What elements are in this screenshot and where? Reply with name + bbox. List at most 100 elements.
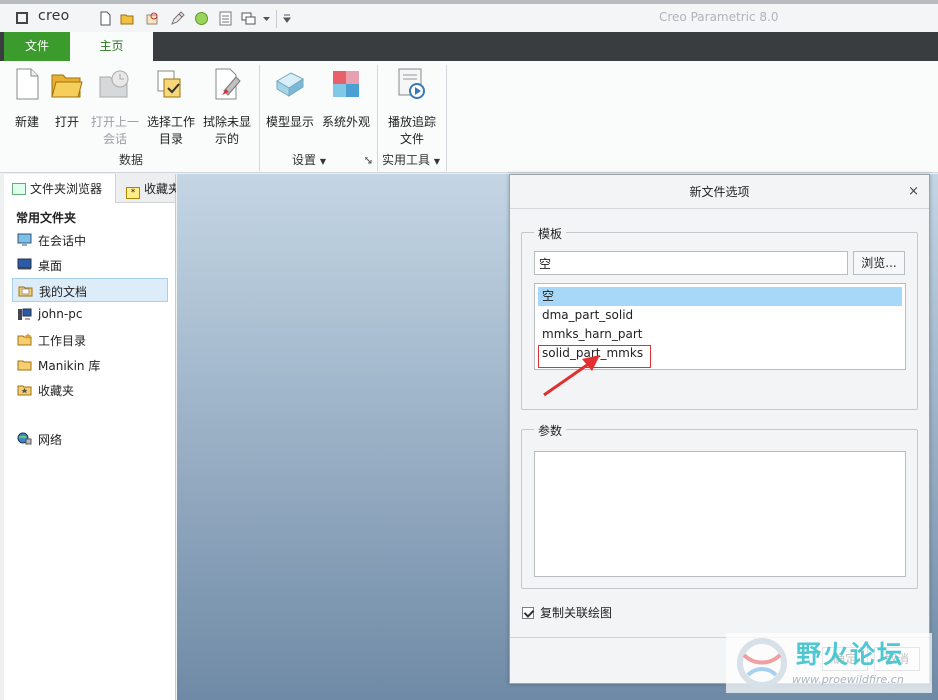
ribbon-tab-row: 文件 主页 bbox=[0, 32, 938, 61]
desktop-icon bbox=[17, 258, 32, 270]
tab-home[interactable]: 主页 bbox=[70, 32, 153, 61]
utilities-group-label[interactable]: 实用工具 ▼ bbox=[382, 151, 440, 168]
open-last-session-label-1: 打开上一 bbox=[90, 115, 139, 129]
erase-not-displayed-label-2: 示的 bbox=[214, 132, 239, 146]
regenerate-icon[interactable] bbox=[145, 11, 160, 26]
navigator-tabs: 文件夹浏览器 * 收藏夹 bbox=[4, 174, 176, 203]
open-last-session-icon bbox=[99, 70, 129, 98]
utilities-group-text: 实用工具 bbox=[382, 153, 431, 167]
playback-trail-label-1: 播放追踪 bbox=[387, 115, 436, 129]
windows-icon[interactable] bbox=[241, 11, 256, 26]
ribbon-separator bbox=[259, 65, 260, 171]
window-title: Creo Parametric 8.0 bbox=[659, 10, 779, 24]
dialog-title-bar: 新文件选项 × bbox=[510, 175, 929, 209]
library-icon bbox=[17, 360, 32, 371]
watermark-url: www.proewildfire.cn bbox=[792, 673, 904, 686]
tab-favorites[interactable]: * 收藏夹 bbox=[122, 174, 176, 203]
watermark: 野火论坛 www.proewildfire.cn bbox=[726, 633, 932, 693]
open-folder-icon bbox=[51, 74, 83, 98]
ribbon-separator bbox=[377, 65, 378, 171]
settings-group-label[interactable]: 设置 ▼ bbox=[292, 151, 326, 168]
app-logo: creo bbox=[38, 8, 70, 24]
system-appearance-button[interactable]: 系统外观 bbox=[320, 65, 372, 131]
open-label: 打开 bbox=[54, 115, 79, 129]
nav-item-label: 在会话中 bbox=[38, 234, 87, 248]
session-icon bbox=[17, 233, 32, 246]
common-folders-heading: 常用文件夹 bbox=[16, 211, 77, 225]
customize-toolbar-icon[interactable] bbox=[282, 11, 292, 26]
select-working-dir-button[interactable]: 选择工作 目录 bbox=[144, 65, 198, 148]
nav-item-working-directory[interactable]: 工作目录 bbox=[12, 328, 168, 352]
new-button[interactable]: 新建 bbox=[6, 65, 48, 131]
close-icon[interactable]: × bbox=[908, 175, 919, 209]
network-icon bbox=[17, 432, 32, 445]
nav-item-favorites[interactable]: 收藏夹 bbox=[12, 378, 168, 402]
nav-item-label: john-pc bbox=[38, 307, 83, 321]
copy-drawing-label: 复制关联绘图 bbox=[540, 606, 613, 620]
watermark-logo-icon bbox=[737, 638, 787, 688]
select-working-dir-icon bbox=[157, 70, 181, 98]
copy-drawing-checkbox[interactable]: 复制关联绘图 bbox=[522, 604, 612, 621]
data-group-label: 数据 bbox=[119, 153, 144, 167]
folder-tree-icon bbox=[12, 183, 26, 195]
browse-button[interactable]: 浏览... bbox=[853, 251, 905, 275]
nav-item-manikin-library[interactable]: Manikin 库 bbox=[12, 353, 168, 377]
toolbar-divider bbox=[276, 10, 277, 28]
watermark-text: 野火论坛 bbox=[796, 640, 905, 669]
documents-icon bbox=[18, 286, 33, 297]
chevron-down-icon[interactable] bbox=[262, 11, 271, 26]
select-working-dir-label-1: 选择工作 bbox=[146, 115, 195, 129]
new-file-options-dialog: 新文件选项 × 模板 空 浏览... 空 dma_part_solid mmks… bbox=[509, 174, 930, 684]
erase-not-displayed-icon bbox=[215, 68, 241, 100]
open-button[interactable]: 打开 bbox=[48, 65, 86, 131]
nav-item-network[interactable]: 网络 bbox=[12, 427, 168, 451]
tab-folder-browser[interactable]: 文件夹浏览器 bbox=[4, 174, 116, 203]
app-logo-icon bbox=[16, 12, 28, 24]
ribbon: 新建 打开 打开上一 会话 选择工作 目录 拭除未显 示的 数据 模型显示 系统… bbox=[0, 61, 938, 173]
sphere-icon[interactable] bbox=[194, 11, 209, 26]
dialog-launcher-icon[interactable] bbox=[365, 157, 372, 164]
open-icon[interactable] bbox=[120, 11, 135, 26]
computer-icon bbox=[18, 308, 32, 320]
ribbon-separator bbox=[446, 65, 447, 171]
annotation-arrow-icon bbox=[543, 355, 600, 397]
new-icon[interactable] bbox=[98, 11, 113, 26]
favorites-icon: * bbox=[126, 187, 140, 199]
nav-item-in-session[interactable]: 在会话中 bbox=[12, 228, 168, 252]
playback-trail-icon bbox=[398, 68, 425, 99]
nav-item-label: 工作目录 bbox=[38, 334, 87, 348]
nav-item-label: 桌面 bbox=[38, 259, 63, 273]
nav-item-john-pc[interactable]: john-pc bbox=[12, 303, 168, 327]
nav-item-label: Manikin 库 bbox=[38, 359, 101, 373]
list-icon[interactable] bbox=[218, 11, 233, 26]
nav-item-label: 网络 bbox=[38, 433, 63, 447]
nav-item-my-documents[interactable]: 我的文档 bbox=[12, 278, 168, 302]
list-item[interactable]: 空 bbox=[538, 287, 902, 306]
chevron-down-icon: ▼ bbox=[433, 157, 440, 166]
edit-icon[interactable] bbox=[170, 11, 185, 26]
select-working-dir-label-2: 目录 bbox=[158, 132, 183, 146]
playback-trail-button[interactable]: 播放追踪 文件 bbox=[384, 65, 440, 148]
model-display-label: 模型显示 bbox=[265, 115, 314, 129]
title-bar: creo Creo Parametric 8.0 bbox=[0, 0, 938, 32]
navigator-panel: 文件夹浏览器 * 收藏夹 常用文件夹 在会话中 桌面 我的文档 john-pc 工… bbox=[4, 174, 176, 700]
list-item[interactable]: mmks_harn_part bbox=[538, 325, 902, 344]
system-appearance-icon bbox=[333, 71, 359, 97]
model-display-button[interactable]: 模型显示 bbox=[264, 65, 316, 131]
parameters-area[interactable] bbox=[534, 451, 906, 577]
list-item[interactable]: dma_part_solid bbox=[538, 306, 902, 325]
playback-trail-label-2: 文件 bbox=[399, 132, 424, 146]
nav-item-desktop[interactable]: 桌面 bbox=[12, 253, 168, 277]
new-file-icon bbox=[16, 68, 39, 100]
template-legend: 模板 bbox=[534, 225, 567, 242]
nav-item-label: 我的文档 bbox=[39, 285, 88, 299]
tab-folder-browser-label: 文件夹浏览器 bbox=[30, 182, 103, 196]
favorites-icon bbox=[17, 385, 32, 396]
open-last-session-button[interactable]: 打开上一 会话 bbox=[88, 65, 142, 148]
system-appearance-label: 系统外观 bbox=[321, 115, 370, 129]
checkbox-checked-icon[interactable] bbox=[522, 607, 534, 619]
parameters-legend: 参数 bbox=[534, 422, 567, 439]
erase-not-displayed-button[interactable]: 拭除未显 示的 bbox=[200, 65, 254, 148]
template-input[interactable]: 空 bbox=[534, 251, 848, 275]
tab-file[interactable]: 文件 bbox=[4, 32, 70, 61]
